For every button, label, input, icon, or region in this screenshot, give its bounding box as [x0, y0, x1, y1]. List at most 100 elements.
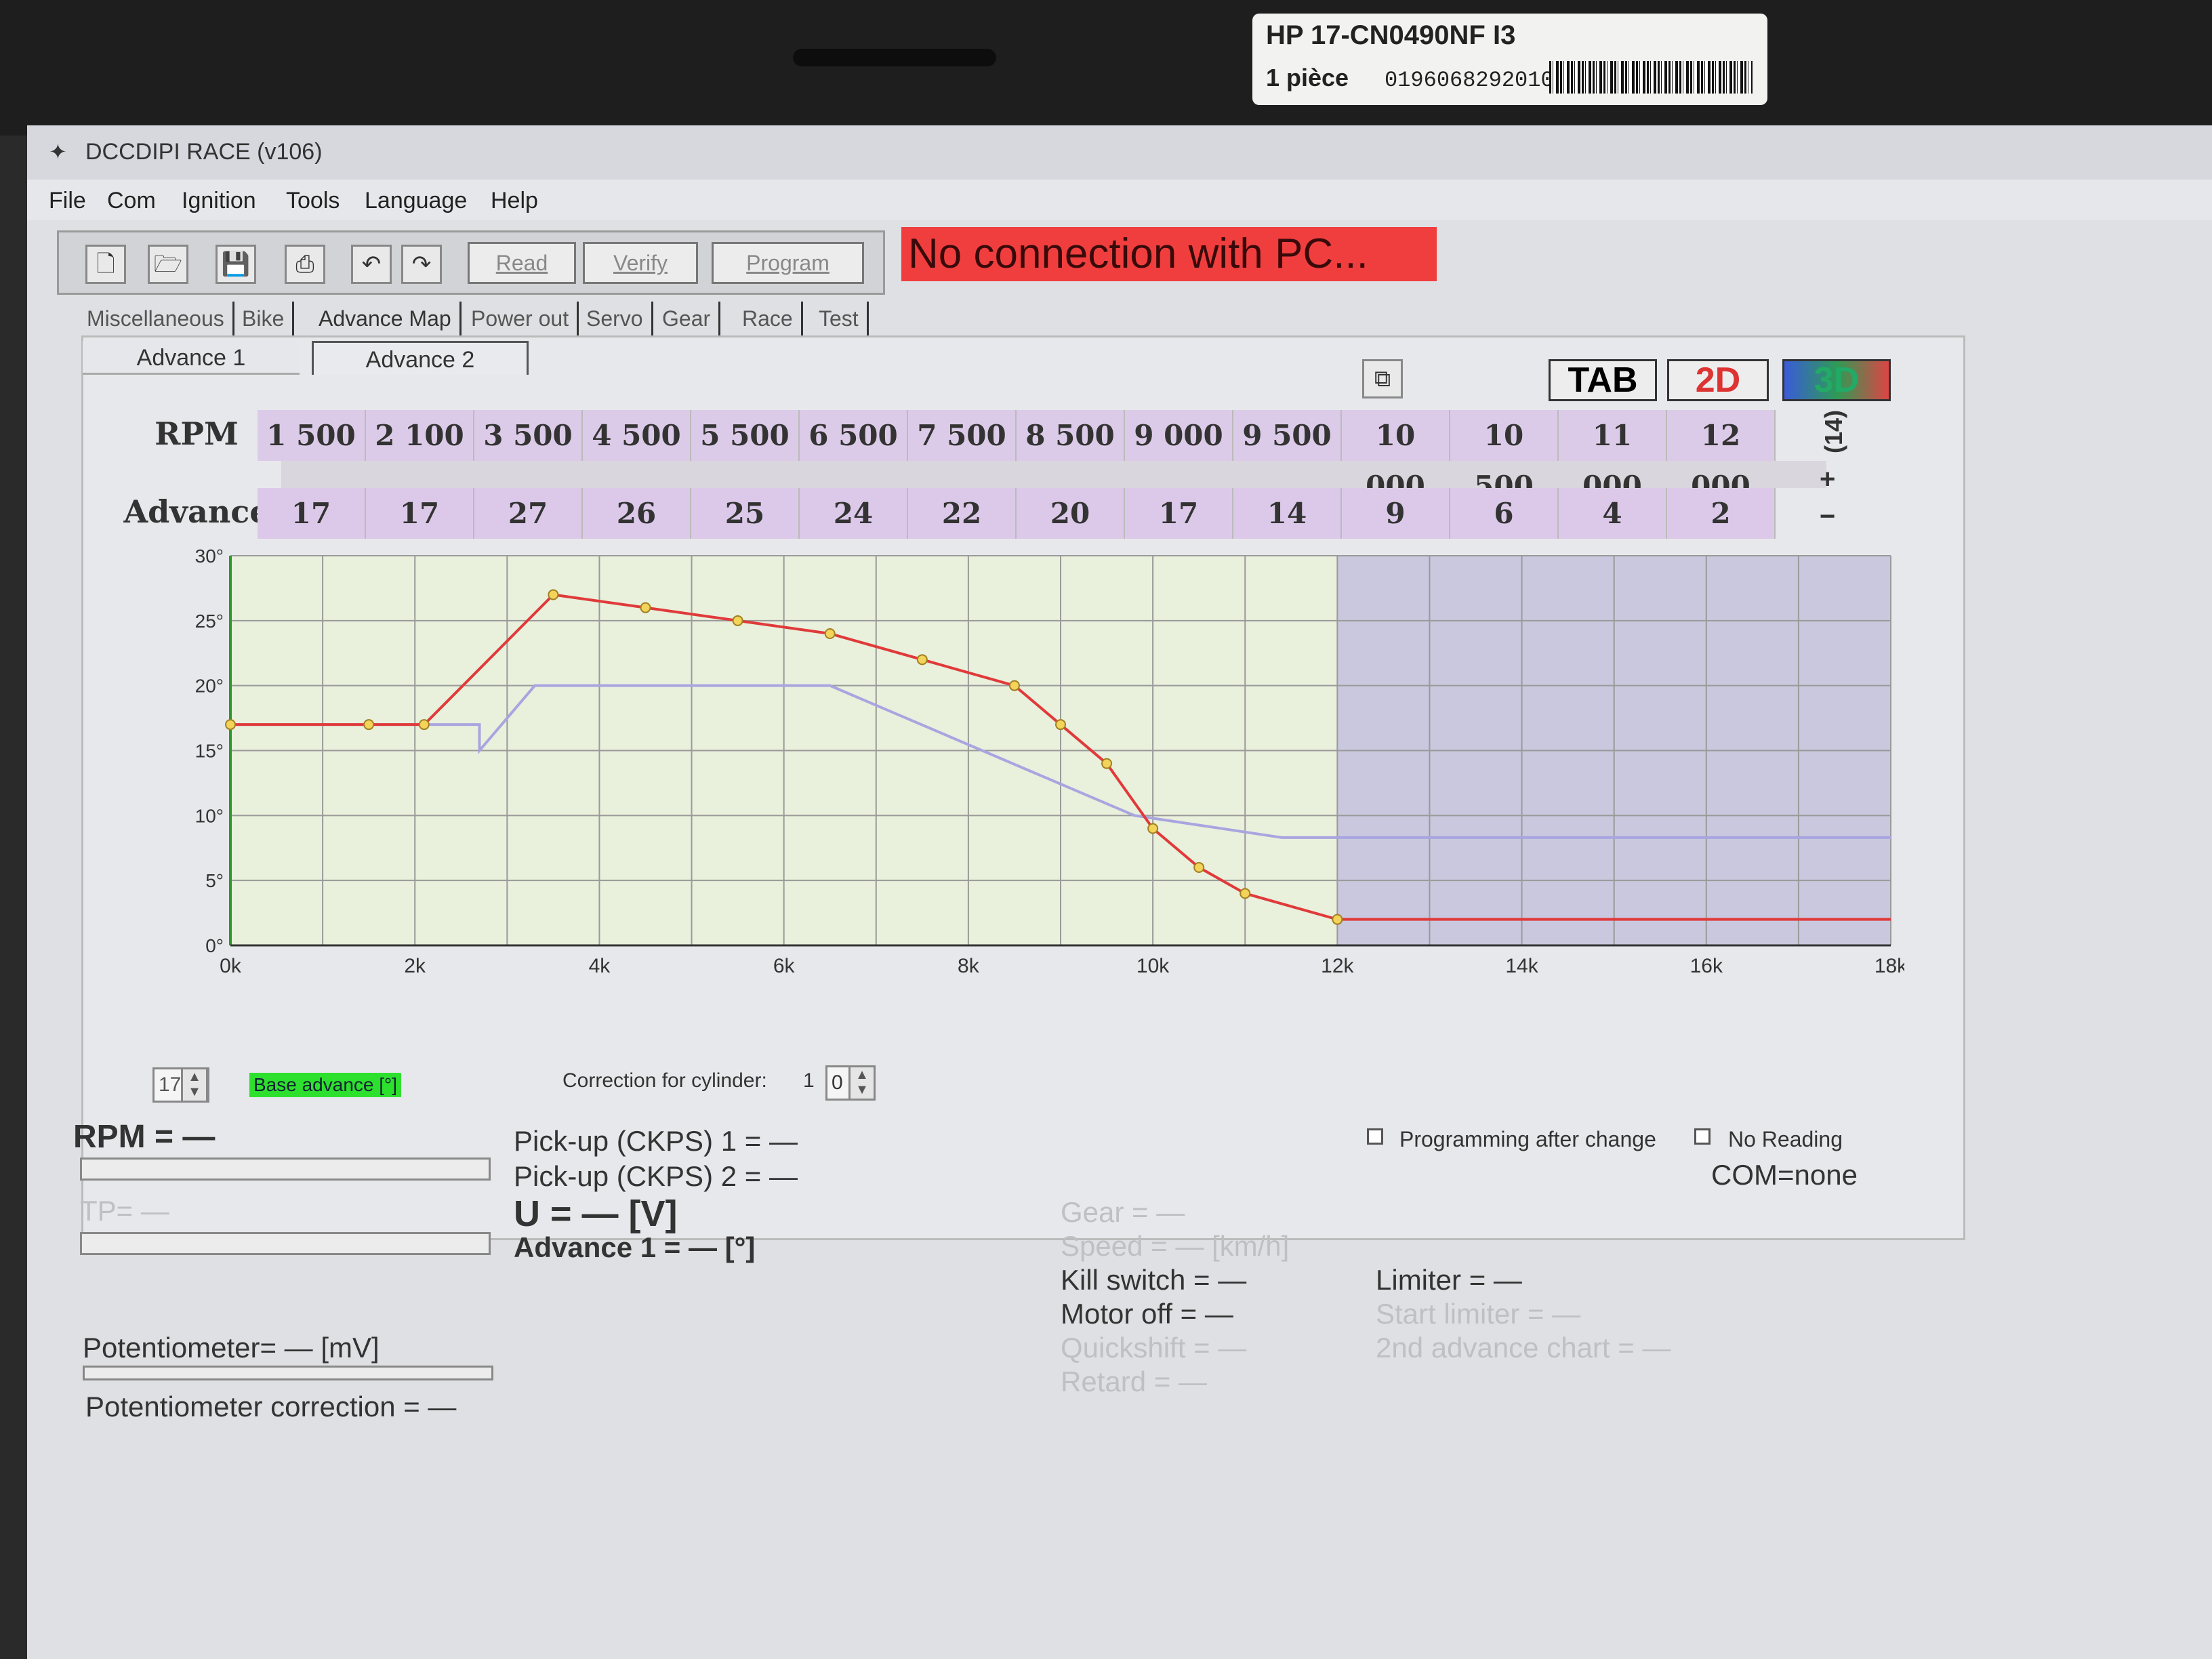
tab-view-button[interactable]: TAB	[1549, 359, 1657, 401]
y-tick-label: 15°	[195, 741, 224, 762]
tab-servo[interactable]: Servo	[586, 302, 653, 335]
advance-cell[interactable]: 17	[1125, 488, 1233, 539]
tab-race[interactable]: Race	[742, 302, 803, 335]
save-icon[interactable]: 💾	[216, 245, 256, 284]
undo-icon[interactable]: ↶	[351, 245, 392, 284]
rpm-cell[interactable]: 5 500	[691, 410, 800, 461]
advance-cell[interactable]: 4	[1559, 488, 1667, 539]
verify-button[interactable]: Verify	[583, 242, 698, 284]
sticker-model: HP 17-CN0490NF I3	[1266, 20, 1516, 50]
menu-language[interactable]: Language	[365, 188, 467, 214]
advance-cell[interactable]: 24	[800, 488, 908, 539]
rpm-cell[interactable]: 2 100	[366, 410, 474, 461]
rpm-bar	[80, 1158, 491, 1181]
programming-after-change-label: Programming after change	[1399, 1127, 1656, 1151]
retard-readout: Retard = —	[1061, 1366, 1207, 1397]
advance-cell[interactable]: 17	[258, 488, 366, 539]
correction-spinner[interactable]: ▲ ▼	[848, 1065, 876, 1101]
rpm-cell[interactable]: 3 500	[474, 410, 583, 461]
x-tick-label: 4k	[589, 955, 611, 977]
menu-help[interactable]: Help	[491, 188, 538, 214]
tab-bike[interactable]: Bike	[242, 302, 295, 335]
y-tick-label: 25°	[195, 611, 224, 632]
quickshift-readout: Quickshift = —	[1061, 1332, 1247, 1364]
rpm-cell[interactable]: 10 500	[1450, 410, 1559, 503]
connection-status-banner: No connection with PC...	[901, 227, 1437, 281]
rpm-cell[interactable]: 10 000	[1342, 410, 1450, 503]
remove-column-icon[interactable]: −	[1820, 501, 1835, 532]
subtab-advance-2[interactable]: Advance 2	[312, 341, 529, 375]
menu-com[interactable]: Com	[107, 188, 156, 214]
x-tick-label: 2k	[404, 955, 426, 977]
rpm-cell[interactable]: 4 500	[583, 410, 691, 461]
bezel-slot	[793, 49, 996, 66]
advance-cell[interactable]: 22	[908, 488, 1017, 539]
rpm-row-label: RPM	[155, 415, 239, 452]
sticker-code: 0196068292010	[1385, 68, 1554, 93]
x-tick-label: 14k	[1505, 955, 1538, 977]
menu-file[interactable]: File	[49, 188, 86, 214]
program-button[interactable]: Program	[712, 242, 864, 284]
rpm-cell[interactable]: 8 500	[1017, 410, 1125, 461]
base-advance-label: Base advance [°]	[249, 1073, 401, 1097]
copy-table-icon[interactable]: ⧉	[1362, 359, 1403, 398]
advance-cell[interactable]: 27	[474, 488, 583, 539]
gear-readout: Gear = —	[1061, 1196, 1185, 1228]
x-tick-label: 16k	[1690, 955, 1723, 977]
advance-cell[interactable]: 17	[366, 488, 474, 539]
rpm-cell[interactable]: 9 500	[1233, 410, 1342, 461]
3d-view-button[interactable]: 3D	[1782, 359, 1891, 401]
open-folder-icon[interactable]: 🗁	[148, 245, 188, 284]
y-tick-label: 20°	[195, 676, 224, 697]
rpm-cell[interactable]: 6 500	[800, 410, 908, 461]
correction-cylinder: 1	[803, 1069, 815, 1092]
menu-tools[interactable]: Tools	[286, 188, 340, 214]
advance-cell[interactable]: 6	[1450, 488, 1559, 539]
barcode	[1549, 61, 1753, 94]
no-reading-checkbox[interactable]	[1694, 1128, 1711, 1145]
programming-after-change-checkbox[interactable]	[1367, 1128, 1383, 1145]
tp-bar	[80, 1232, 491, 1255]
tab-test[interactable]: Test	[819, 302, 869, 335]
app-icon: ✦	[49, 140, 67, 164]
x-tick-label: 6k	[773, 955, 796, 977]
x-tick-label: 12k	[1321, 955, 1354, 977]
menu-bar	[27, 180, 2212, 220]
data-point	[548, 589, 559, 600]
data-point	[732, 615, 743, 626]
new-file-icon[interactable]: 🗋	[85, 245, 126, 284]
tab-gear[interactable]: Gear	[662, 302, 721, 335]
subtab-advance-1[interactable]: Advance 1	[83, 341, 300, 375]
redo-icon[interactable]: ↷	[401, 245, 442, 284]
data-point	[1193, 862, 1205, 873]
motor-off-readout: Motor off = —	[1061, 1298, 1233, 1330]
rpm-cell[interactable]: 12 000	[1667, 410, 1776, 503]
menu-ignition[interactable]: Ignition	[182, 188, 256, 214]
advance-cell[interactable]: 2	[1667, 488, 1776, 539]
advance-cell[interactable]: 26	[583, 488, 691, 539]
advance-cell[interactable]: 9	[1342, 488, 1450, 539]
add-column-icon[interactable]: +	[1820, 464, 1835, 495]
tab-power-out[interactable]: Power out	[471, 302, 579, 335]
tab-advance-map[interactable]: Advance Map	[319, 302, 462, 335]
data-point	[1240, 888, 1251, 899]
advance-cell[interactable]: 25	[691, 488, 800, 539]
rpm-cell[interactable]: 9 000	[1125, 410, 1233, 461]
advance-cell[interactable]: 20	[1017, 488, 1125, 539]
tab-miscellaneous[interactable]: Miscellaneous	[87, 302, 234, 335]
rpm-cell[interactable]: 1 500	[258, 410, 366, 461]
read-button[interactable]: Read	[468, 242, 576, 284]
base-advance-spinner[interactable]: ▲ ▼	[181, 1067, 208, 1103]
data-point	[225, 719, 236, 731]
rpm-cell[interactable]: 7 500	[908, 410, 1017, 461]
kill-switch-readout: Kill switch = —	[1061, 1264, 1247, 1296]
monitor-bezel	[0, 0, 2212, 136]
data-point	[640, 602, 651, 613]
limiter-readout: Limiter = —	[1376, 1264, 1522, 1296]
print-icon[interactable]: ⎙	[285, 245, 325, 284]
2d-view-button[interactable]: 2D	[1667, 359, 1769, 401]
data-point	[418, 719, 430, 731]
advance-cell[interactable]: 14	[1233, 488, 1342, 539]
com-port-readout: COM=none	[1711, 1159, 1858, 1191]
rpm-cell[interactable]: 11 000	[1559, 410, 1667, 503]
